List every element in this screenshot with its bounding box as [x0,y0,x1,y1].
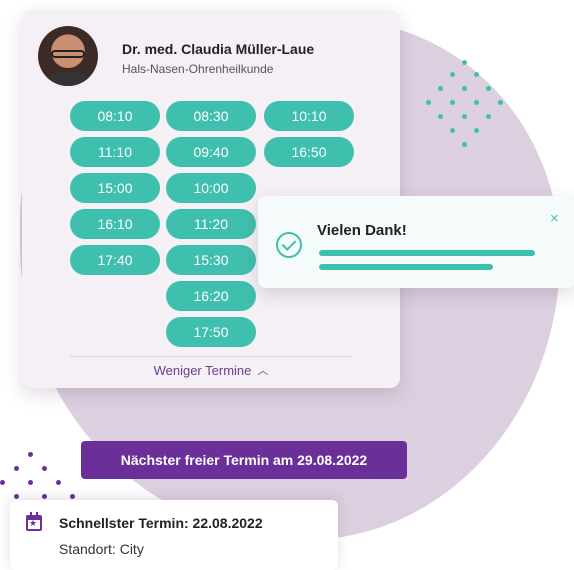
slot-column-3: 10:10 16:50 [264,101,354,173]
pattern-dot [56,480,61,485]
pattern-dot [70,494,75,499]
pattern-dot [42,494,47,499]
time-slot[interactable]: 15:30 [166,245,256,275]
time-slot[interactable]: 17:40 [70,245,160,275]
pattern-dot [486,86,491,91]
pattern-dot [438,86,443,91]
time-slot[interactable]: 15:00 [70,173,160,203]
time-slot[interactable]: 16:50 [264,137,354,167]
pattern-dot [450,100,455,105]
time-slot[interactable]: 16:10 [70,209,160,239]
next-free-appointment-button[interactable]: Nächster freier Termin am 29.08.2022 [81,441,407,479]
doctor-name: Dr. med. Claudia Müller-Laue [122,41,315,57]
pattern-dot [462,142,467,147]
toast-progress-bar [319,264,493,270]
pattern-dot [0,480,5,485]
pattern-dot [426,100,431,105]
fastest-appointment-card[interactable]: ★ Schnellster Termin: 22.08.2022 Standor… [10,500,338,570]
fewer-appointments-toggle[interactable]: Weniger Termine ︿ [22,362,400,378]
pattern-dot [42,466,47,471]
calendar-star-icon: ★ [26,512,42,531]
pattern-dot [462,60,467,65]
pattern-dot [474,100,479,105]
time-slot[interactable]: 10:10 [264,101,354,131]
pattern-dot [14,494,19,499]
time-slot[interactable]: 16:20 [166,281,256,311]
check-circle-icon [276,232,302,258]
time-slot[interactable]: 11:10 [70,137,160,167]
toast-title: Vielen Dank! [317,222,407,239]
pattern-dot [474,72,479,77]
time-slot[interactable]: 08:30 [166,101,256,131]
toast-progress-bar [319,250,535,256]
pattern-dot [474,128,479,133]
fastest-appointment-title: Schnellster Termin: 22.08.2022 [59,515,263,531]
chevron-up-icon: ︿ [257,365,269,377]
slot-column-2: 08:30 09:40 10:00 11:20 15:30 16:20 17:5… [166,101,256,353]
time-slot[interactable]: 08:10 [70,101,160,131]
slot-column-1: 08:10 11:10 15:00 16:10 17:40 [70,101,160,281]
pattern-dot [450,128,455,133]
pattern-dot [438,114,443,119]
divider [70,356,352,357]
time-slot[interactable]: 10:00 [166,173,256,203]
pattern-dot [462,114,467,119]
time-slot[interactable]: 09:40 [166,137,256,167]
fastest-appointment-location: Standort: City [59,541,144,557]
pattern-dot [462,86,467,91]
close-icon[interactable]: × [550,210,559,227]
time-slot[interactable]: 17:50 [166,317,256,347]
doctor-avatar [38,26,98,86]
pattern-dot [28,480,33,485]
pattern-dot [28,452,33,457]
doctor-specialty: Hals-Nasen-Ohrenheilkunde [122,62,274,76]
pattern-dot [14,466,19,471]
pattern-dot [450,72,455,77]
pattern-dot [498,100,503,105]
thank-you-toast: Vielen Dank! × [258,196,574,288]
time-slot[interactable]: 11:20 [166,209,256,239]
fewer-appointments-label: Weniger Termine [153,363,252,378]
pattern-dot [486,114,491,119]
